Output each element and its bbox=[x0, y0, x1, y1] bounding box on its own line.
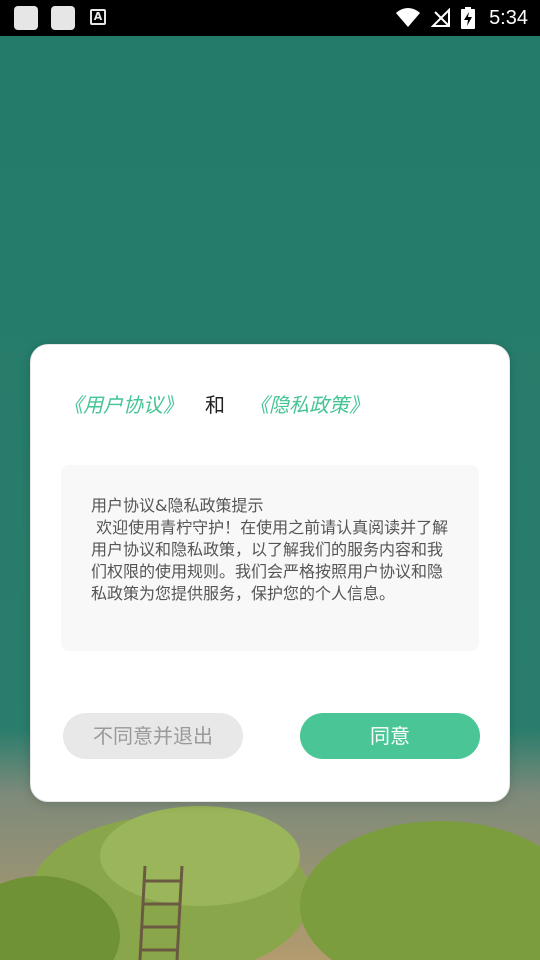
screen: A 5:34 《用户协议》 和 《隐私政策》 用户协议&隐私政策提示 欢迎使用青… bbox=[0, 0, 540, 960]
decline-and-exit-button[interactable]: 不同意并退出 bbox=[63, 713, 243, 759]
agreement-body-text: 用户协议&隐私政策提示 欢迎使用青柠守护！在使用之前请认真阅读并了解用户协议和隐… bbox=[61, 465, 479, 651]
privacy-consent-dialog: 《用户协议》 和 《隐私政策》 用户协议&隐私政策提示 欢迎使用青柠守护！在使用… bbox=[30, 344, 510, 802]
conjunction-text: 和 bbox=[205, 393, 225, 417]
user-agreement-link[interactable]: 《用户协议》 bbox=[63, 389, 183, 418]
privacy-policy-link[interactable]: 《隐私政策》 bbox=[249, 389, 369, 418]
agree-button[interactable]: 同意 bbox=[300, 713, 480, 759]
agreement-links-row: 《用户协议》 和 《隐私政策》 bbox=[63, 389, 369, 418]
